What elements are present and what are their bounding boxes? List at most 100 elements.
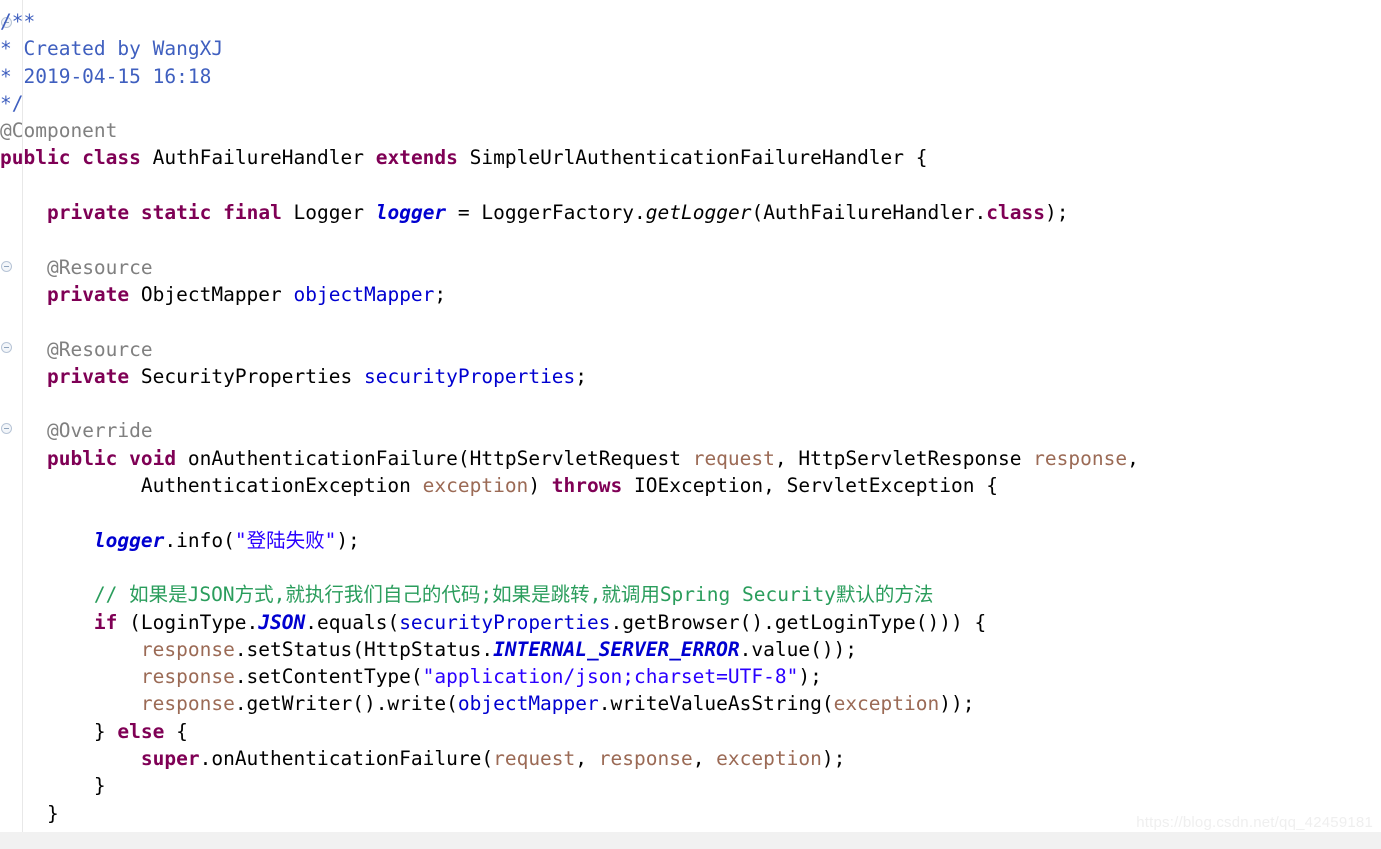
code-token: @Component [0, 119, 118, 143]
code-token: securityProperties [363, 364, 576, 388]
code-token: // 如果是JSON方式,就执行我们自己的代码;如果是跳转,就调用Spring … [93, 583, 934, 607]
code-token: /** [0, 10, 36, 33]
code-token: , [575, 747, 599, 771]
code-line[interactable] [0, 226, 1381, 253]
code-token: response [140, 637, 235, 661]
code-token: (AuthFailureHandler. [751, 201, 987, 225]
code-line[interactable]: @Resource [0, 254, 1381, 281]
code-token: Logger [281, 201, 376, 225]
code-token: AuthFailureHandler [140, 146, 376, 170]
code-token: objectMapper [457, 692, 599, 716]
code-token: ); [1044, 201, 1069, 225]
code-token: SecurityProperties [129, 364, 364, 388]
code-token: .getBrowser().getLoginType())) { [610, 610, 987, 634]
code-token: , [1127, 446, 1139, 470]
code-token: exception [833, 692, 940, 716]
code-line[interactable]: logger.info("登陆失败"); [0, 527, 1381, 554]
code-line[interactable] [0, 172, 1381, 199]
code-token: getLogger [645, 201, 752, 225]
code-token: response [140, 692, 235, 716]
code-line[interactable] [0, 390, 1381, 417]
code-line[interactable]: } [0, 772, 1381, 799]
code-token: public [46, 446, 118, 470]
code-token: * Created by WangXJ [0, 37, 224, 61]
code-line[interactable]: AuthenticationException exception) throw… [0, 472, 1381, 499]
code-line[interactable] [0, 499, 1381, 526]
code-token: exception [716, 747, 822, 771]
code-token: "application/json;charset=UTF-8" [422, 665, 799, 689]
code-token: .equals( [305, 610, 400, 634]
code-token: "登陆失败" [234, 528, 337, 552]
code-editor[interactable]: /** * Created by WangXJ * 2019-04-15 16:18… [0, 0, 1381, 849]
code-token: response [1033, 446, 1128, 470]
code-token: AuthenticationException [0, 474, 423, 498]
code-line[interactable]: response.getWriter().write(objectMapper.… [0, 690, 1381, 717]
code-token: ) [528, 474, 552, 498]
code-line[interactable]: if (LoginType.JSON.equals(securityProper… [0, 609, 1381, 636]
code-token: private [46, 282, 130, 306]
code-line[interactable]: } else { [0, 718, 1381, 745]
code-token: .setStatus(HttpStatus. [234, 637, 494, 661]
code-token: { [164, 719, 188, 743]
code-line[interactable] [0, 308, 1381, 335]
code-line[interactable]: * Created by WangXJ [0, 35, 1381, 62]
code-line[interactable]: @Override [0, 417, 1381, 444]
code-token: class [986, 201, 1045, 225]
code-line[interactable]: @Resource [0, 336, 1381, 363]
code-line[interactable]: response.setStatus(HttpStatus.INTERNAL_S… [0, 636, 1381, 663]
code-token: request [493, 747, 576, 771]
code-line[interactable]: @Component [0, 117, 1381, 144]
code-line[interactable]: private SecurityProperties securityPrope… [0, 363, 1381, 390]
code-line[interactable]: response.setContentType("application/jso… [0, 663, 1381, 690]
code-token: extends [375, 146, 458, 170]
code-token: request [692, 446, 775, 470]
code-line[interactable]: * 2019-04-15 16:18 [0, 63, 1381, 90]
code-token: logger [375, 201, 447, 225]
code-token: response [598, 747, 693, 771]
code-token: response [140, 665, 235, 689]
code-line[interactable]: /** [0, 8, 1381, 35]
code-token: JSON [258, 610, 306, 634]
code-token: } [0, 801, 59, 825]
code-token: , HttpServletResponse [774, 446, 1034, 470]
code-token: } [0, 719, 118, 743]
code-token: objectMapper [293, 282, 435, 306]
code-token: exception [422, 474, 529, 498]
code-token: ObjectMapper [129, 282, 294, 306]
code-token: logger [93, 528, 165, 552]
code-token: securityProperties [399, 610, 611, 634]
code-content[interactable]: /** * Created by WangXJ * 2019-04-15 16:18… [0, 0, 1381, 827]
code-token: , [692, 747, 717, 771]
code-token: )); [939, 692, 975, 716]
code-line[interactable]: public class AuthFailureHandler extends … [0, 144, 1381, 171]
code-token: final [223, 201, 282, 225]
code-line[interactable]: private static final Logger logger = Log… [0, 199, 1381, 226]
code-line[interactable]: public void onAuthenticationFailure(Http… [0, 445, 1381, 472]
code-line[interactable] [0, 554, 1381, 581]
code-token: ); [336, 528, 360, 552]
code-line[interactable]: */ [0, 90, 1381, 117]
code-token: .info( [164, 528, 235, 552]
code-token: super [140, 747, 200, 771]
code-line[interactable]: // 如果是JSON方式,就执行我们自己的代码;如果是跳转,就调用Spring … [0, 581, 1381, 608]
code-line[interactable]: super.onAuthenticationFailure(request, r… [0, 745, 1381, 772]
code-token: .setContentType( [234, 665, 423, 689]
code-token: private [46, 201, 130, 225]
code-token: */ [0, 91, 24, 115]
code-token: else [117, 719, 165, 743]
code-line[interactable]: private ObjectMapper objectMapper; [0, 281, 1381, 308]
code-token: SimpleUrlAuthenticationFailureHandler { [457, 146, 928, 170]
code-token: if [93, 610, 118, 634]
